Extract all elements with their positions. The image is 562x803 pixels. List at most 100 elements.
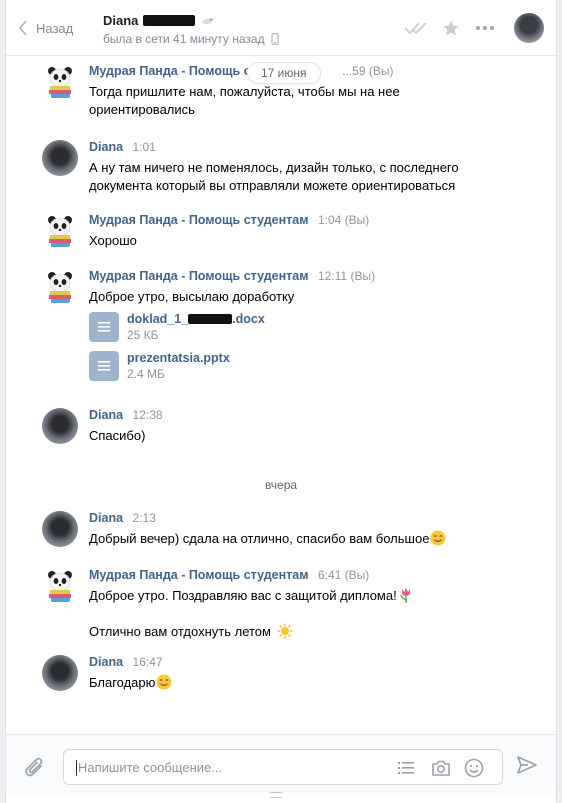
redacted-filename: [188, 314, 233, 324]
message-line: Хорошо: [89, 233, 137, 248]
message-time: ...59 (Вы): [342, 64, 394, 78]
smile-emoji: [156, 674, 172, 690]
message-line: документа который вы отправляли можете о…: [89, 178, 456, 193]
attach-button[interactable]: [24, 755, 46, 782]
message-header: Мудрая Панда - Помощь с ...59 (Вы): [89, 64, 393, 78]
message-line: Добрый вечер) сдала на отлично, спасибо …: [89, 530, 509, 548]
message-time: 1:01: [132, 140, 156, 154]
message-text: Добрый вечер) сдала на отлично, спасибо …: [89, 530, 509, 548]
message-header: Diana 2:13: [89, 511, 156, 525]
avatar[interactable]: [42, 655, 78, 691]
message-history: Мудрая Панда - Помощь с ...59 (Вы) Тогда…: [6, 56, 556, 734]
peer-status: была в сети 41 минуту назад: [103, 32, 279, 46]
back-label: Назад: [36, 20, 74, 36]
document-icon: [89, 351, 119, 381]
document-attachment[interactable]: prezentatsia.pptx 2.4 МБ: [89, 351, 230, 381]
document-attachment[interactable]: doklad_1_ .docx 25 КБ: [89, 312, 265, 342]
double-check-icon: [404, 22, 427, 35]
document-size: 25 КБ: [127, 328, 159, 342]
sun-emoji: [277, 623, 293, 639]
message-text: Доброе утро. Поздравляю вас с защитой ди…: [89, 587, 509, 641]
message-line-text: Доброе утро. Поздравляю вас с защитой ди…: [89, 588, 397, 603]
message-input[interactable]: Напишите сообщение...: [63, 749, 503, 785]
back-button[interactable]: Назад: [18, 18, 73, 38]
message-text: Доброе утро, высылаю доработку: [89, 288, 509, 306]
message-time: 2:13: [132, 511, 156, 525]
send-button[interactable]: [516, 755, 538, 778]
redacted-surname: [143, 15, 196, 26]
chat-window: Назад Diana была в сети 41 минуту назад: [5, 0, 557, 803]
message-author[interactable]: Diana: [89, 140, 123, 154]
message-line: Отлично вам отдохнуть летом: [89, 623, 509, 641]
avatar[interactable]: [42, 213, 78, 249]
document-icon: [89, 312, 119, 342]
peer-status-text: была в сети 41 минуту назад: [103, 32, 265, 46]
smile-icon[interactable]: [463, 757, 485, 779]
date-pill: 17 июня: [247, 62, 321, 84]
message-line: Доброе утро. Поздравляю вас с защитой ди…: [89, 587, 509, 605]
message-author[interactable]: Мудрая Панда - Помощь с: [89, 64, 251, 78]
message-text: А ну там ничего не поменялось, дизайн то…: [89, 159, 509, 195]
message-time: 1:04 (Вы): [317, 213, 370, 227]
message-line-text: Добрый вечер) сдала на отлично, спасибо …: [89, 531, 430, 546]
camera-icon[interactable]: [430, 757, 452, 779]
send-icon: [517, 756, 537, 774]
message-text: Спасибо): [89, 427, 509, 445]
message-line: А ну там ничего не поменялось, дизайн то…: [89, 160, 459, 175]
message-author[interactable]: Мудрая Панда - Помощь студентам: [89, 269, 308, 283]
message-header: Мудрая Панда - Помощь студентам 6:41 (Вы…: [89, 568, 369, 582]
avatar[interactable]: [42, 269, 78, 305]
document-name-prefix: doklad_1_: [127, 312, 189, 326]
message-text: Хорошо: [89, 232, 509, 250]
message-header: Diana 16:47: [89, 655, 163, 669]
message-header: Diana 12:38: [89, 408, 163, 422]
message-line: Спасибо): [89, 428, 146, 443]
header-actions: [398, 12, 544, 44]
tulip-emoji: [400, 588, 410, 603]
avatar[interactable]: [42, 140, 78, 176]
message-line: Доброе утро, высылаю доработку: [89, 289, 295, 304]
more-button[interactable]: [470, 12, 500, 44]
avatar[interactable]: [42, 511, 78, 547]
message-text: Благодарю: [89, 674, 509, 692]
bird-emoji-icon: [202, 16, 215, 24]
message-line: Тогда пришлите нам, пожалуйста, чтобы мы…: [89, 84, 400, 99]
document-name[interactable]: doklad_1_ .docx: [127, 312, 265, 326]
list-icon[interactable]: [395, 757, 417, 779]
document-size: 2.4 МБ: [127, 367, 165, 381]
message-author[interactable]: Diana: [89, 408, 123, 422]
more-icon: [476, 26, 494, 30]
avatar[interactable]: [42, 568, 78, 604]
date-separator: вчера: [264, 478, 298, 492]
resize-handle[interactable]: [270, 792, 282, 798]
smile-emoji: [430, 530, 446, 546]
chevron-left-icon: [18, 20, 27, 36]
peer-name-text: Diana: [103, 13, 139, 28]
document-name-suffix: .docx: [232, 312, 265, 326]
message-header: Мудрая Панда - Помощь студентам 12:11 (В…: [89, 269, 375, 283]
document-name[interactable]: prezentatsia.pptx: [127, 351, 230, 365]
message-author[interactable]: Diana: [89, 655, 123, 669]
mark-read-button[interactable]: [402, 12, 432, 44]
message-line-text: Отлично вам отдохнуть летом: [89, 624, 271, 639]
message-line: Благодарю: [89, 674, 509, 692]
message-time: 12:38: [132, 408, 163, 422]
favorite-button[interactable]: [436, 12, 466, 44]
message-time: 6:41 (Вы): [317, 568, 370, 582]
message-composer: Напишите сообщение...: [6, 734, 556, 794]
avatar[interactable]: [42, 64, 78, 100]
peer-name[interactable]: Diana: [103, 13, 216, 28]
message-author[interactable]: Diana: [89, 511, 123, 525]
message-author[interactable]: Мудрая Панда - Помощь студентам: [89, 213, 308, 227]
paperclip-icon: [25, 757, 43, 777]
avatar[interactable]: [42, 408, 78, 444]
message-text: Тогда пришлите нам, пожалуйста, чтобы мы…: [89, 83, 509, 119]
message-time: 16:47: [132, 655, 163, 669]
message-line-text: Благодарю: [89, 675, 156, 690]
message-time: 12:11 (Вы): [317, 269, 376, 283]
message-author[interactable]: Мудрая Панда - Помощь студентам: [89, 568, 308, 582]
message-header: Diana 1:01: [89, 140, 156, 154]
peer-avatar[interactable]: [514, 13, 544, 43]
message-header: Мудрая Панда - Помощь студентам 1:04 (Вы…: [89, 213, 369, 227]
